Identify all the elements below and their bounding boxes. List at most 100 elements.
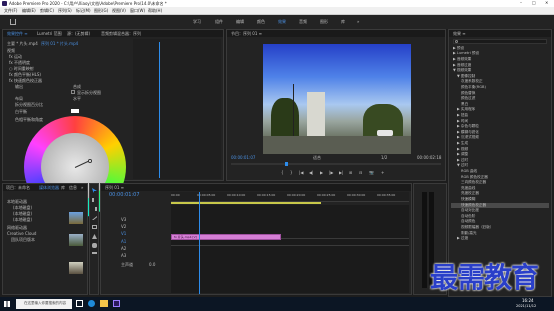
drive-e[interactable]: (本地磁盘): [13, 218, 32, 222]
effects-tree-item[interactable]: ▶ 生成: [451, 141, 549, 146]
work-area-bar[interactable]: [171, 202, 321, 204]
workspace-more[interactable]: »: [357, 20, 359, 24]
menu-sequence[interactable]: 序列(S): [58, 9, 72, 13]
step-forward-button[interactable]: |▶: [329, 171, 333, 175]
quality-select[interactable]: 1/2: [381, 156, 387, 160]
workspace-graphics[interactable]: 图形: [320, 20, 328, 24]
hand-tool-icon[interactable]: [92, 243, 97, 248]
effects-tree-item[interactable]: RGB 曲线: [451, 169, 549, 174]
edge-icon[interactable]: [88, 300, 95, 307]
network-drives[interactable]: 网络驱动器: [7, 226, 27, 230]
slip-tool-icon[interactable]: [92, 225, 97, 229]
tab-lumetri-scopes[interactable]: Lumetri 范围: [37, 32, 62, 36]
menu-clip[interactable]: 剪辑(C): [40, 9, 54, 13]
track-select-tool-icon[interactable]: [92, 198, 97, 202]
timeline-ruler[interactable]: 00:00 00:00:05:00 00:00:10:00 00:00:15:0…: [171, 192, 409, 202]
effects-tree-item[interactable]: 颜色过滤: [451, 96, 549, 101]
effects-search-field[interactable]: [453, 39, 547, 44]
white-balance-swatch[interactable]: [71, 109, 79, 113]
effect-opacity[interactable]: fx 不透明度: [9, 61, 30, 65]
effects-tree-item[interactable]: 颜色平衡(RGB): [451, 85, 549, 90]
lift-button[interactable]: ⊞: [349, 171, 352, 175]
drive-d[interactable]: (本地磁盘): [13, 212, 32, 216]
tab-more[interactable]: »: [81, 186, 83, 190]
effect-fast-color-corrector[interactable]: fx 快速颜色校正器: [9, 79, 42, 83]
effects-tree-item[interactable]: ▶ 过渡: [451, 236, 549, 241]
effects-tree-item[interactable]: ▶ Lumetri 预设: [451, 52, 549, 57]
master-track-value[interactable]: 0.0: [149, 263, 155, 267]
effects-tree-item[interactable]: ▶ 音频效果: [451, 57, 549, 62]
effects-tree-item[interactable]: 自动颜色: [451, 220, 549, 225]
menu-graphics[interactable]: 图形(G): [94, 9, 108, 13]
media-thumbnail-2[interactable]: [69, 234, 83, 246]
menu-edit[interactable]: 编辑(E): [22, 9, 36, 13]
effects-tree-item[interactable]: 亮度校正器: [451, 192, 549, 197]
effects-tree-item[interactable]: ▶ 调整: [451, 152, 549, 157]
local-drives[interactable]: 本地驱动器: [7, 200, 27, 204]
effects-tree-item[interactable]: ▶ 扭曲: [451, 113, 549, 118]
tab-effects-label[interactable]: 效果 ≡: [453, 32, 466, 36]
play-button[interactable]: ▶: [320, 171, 323, 175]
program-playhead[interactable]: [285, 162, 288, 166]
effects-tree-item[interactable]: ▶ 实用程序: [451, 108, 549, 113]
track-area[interactable]: [171, 205, 409, 293]
track-v1[interactable]: V1: [121, 232, 126, 236]
go-to-in-button[interactable]: |◀: [299, 171, 303, 175]
media-thumbnail-1[interactable]: [69, 212, 83, 224]
home-icon[interactable]: [10, 19, 16, 25]
effect-color-balance-hls[interactable]: fx 颜色平衡(HLS): [9, 73, 41, 77]
tab-info[interactable]: 信息: [69, 186, 77, 190]
menu-marker[interactable]: 标记(M): [76, 9, 91, 13]
workspace-editing[interactable]: 编辑: [236, 20, 244, 24]
tab-effect-controls[interactable]: 效果控件 ≡: [7, 32, 28, 36]
creative-cloud[interactable]: Creative Cloud: [7, 232, 36, 236]
premiere-icon[interactable]: [113, 300, 120, 307]
extract-button[interactable]: ⊟: [359, 171, 362, 175]
selection-tool-icon[interactable]: [92, 188, 97, 193]
go-to-out-button[interactable]: ▶|: [339, 171, 343, 175]
drive-c[interactable]: (本地磁盘): [13, 206, 32, 210]
zoom-fit-select[interactable]: 适合: [313, 156, 321, 160]
track-a2[interactable]: A2: [121, 247, 126, 251]
effects-tree-item[interactable]: 快速模糊: [451, 197, 549, 202]
wheel-handle[interactable]: [88, 159, 92, 163]
type-tool-icon[interactable]: [92, 252, 97, 257]
task-view-icon[interactable]: [76, 300, 83, 307]
workspace-color[interactable]: 颜色: [257, 20, 265, 24]
tab-source[interactable]: 源：(无剪辑): [67, 32, 90, 36]
workspace-assembly[interactable]: 组件: [215, 20, 223, 24]
ripple-edit-tool-icon[interactable]: [92, 207, 97, 211]
razor-tool-icon[interactable]: [92, 216, 97, 220]
track-a3[interactable]: A3: [121, 254, 126, 258]
tab-project[interactable]: 项目：未命名: [6, 186, 30, 190]
mark-out-button[interactable]: }: [290, 171, 293, 175]
effects-tree-item[interactable]: ▼ 视频效果: [451, 68, 549, 73]
program-scrub-bar[interactable]: [231, 163, 441, 165]
menu-view[interactable]: 视图(V): [112, 9, 126, 13]
windows-start-icon[interactable]: [4, 301, 10, 307]
close-button[interactable]: ✕: [545, 1, 548, 5]
effects-tree-item[interactable]: 三向颜色校正器: [451, 180, 549, 185]
menu-window[interactable]: 窗口(W): [130, 9, 145, 13]
export-frame-button[interactable]: 📷: [369, 171, 374, 175]
effects-tree-item[interactable]: 自动对比度: [451, 208, 549, 213]
effects-tree-item[interactable]: 灰度系数校正: [451, 80, 549, 85]
mark-in-button[interactable]: {: [281, 171, 284, 175]
effects-tree-item[interactable]: 视频限幅器（旧版）: [451, 225, 549, 230]
tab-program[interactable]: 节目：序列 01 ≡: [231, 32, 262, 36]
effect-time-remap[interactable]: ○ 时间重映射: [9, 67, 34, 71]
media-thumbnail-3[interactable]: [69, 262, 83, 274]
effects-tree-item[interactable]: ▼ 过时: [451, 164, 549, 169]
track-v3[interactable]: V3: [121, 218, 126, 222]
timeline-playhead[interactable]: [199, 192, 200, 294]
step-back-button[interactable]: ◀|: [309, 171, 313, 175]
maximize-button[interactable]: □: [532, 1, 536, 5]
minimize-button[interactable]: –: [520, 1, 522, 5]
tab-libraries[interactable]: 库: [61, 186, 65, 190]
output-select[interactable]: 合成: [73, 85, 81, 89]
tab-audio-mixer[interactable]: 音频剪辑混合器：序列: [101, 32, 141, 36]
menu-file[interactable]: 文件(F): [4, 9, 17, 13]
track-a1[interactable]: A1: [121, 240, 126, 244]
effects-tree-item[interactable]: ▶ 沉浸式视频: [451, 136, 549, 141]
pen-tool-icon[interactable]: [92, 234, 97, 239]
